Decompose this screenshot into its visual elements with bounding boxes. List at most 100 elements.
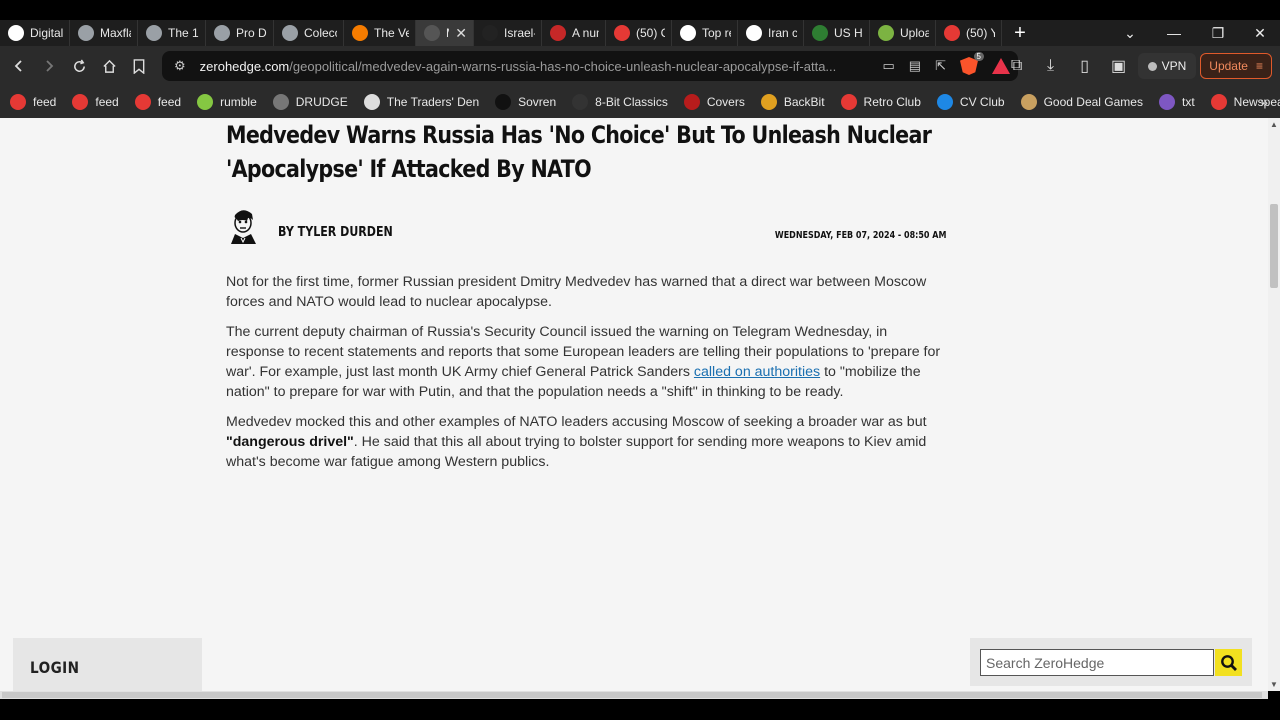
tab-10[interactable]: Top re [672, 20, 738, 46]
tab-6[interactable]: Me ✕ [416, 20, 474, 46]
paragraph-3: Medvedev mocked this and other examples … [226, 412, 946, 472]
horizontal-scroll-thumb[interactable] [2, 692, 1262, 698]
search-input[interactable] [980, 649, 1214, 676]
bookmark-item[interactable]: BackBit [760, 94, 825, 110]
downloads-icon[interactable]: ⤓ [1036, 51, 1066, 81]
toolbar-right: ⧉ ⤓ ▯ ▣ VPN Update ≡ [1002, 51, 1272, 81]
bookmark-item[interactable]: feed [10, 94, 56, 110]
tab-label: Top re [702, 26, 731, 40]
update-label: Update [1209, 59, 1248, 73]
vpn-button[interactable]: VPN [1137, 53, 1197, 79]
rumble-icon [878, 25, 894, 41]
tab-label: The 18 [168, 26, 199, 40]
reload-button[interactable] [64, 51, 94, 81]
bookmark-item[interactable]: feed [134, 94, 181, 110]
new-tab-button[interactable]: + [1002, 22, 1038, 45]
vertical-scrollbar[interactable]: ▲ ▼ [1268, 118, 1280, 691]
tab-search-chevron-icon[interactable]: ⌄ [1110, 20, 1150, 46]
tab-0[interactable]: Digital [0, 20, 70, 46]
vertical-scroll-thumb[interactable] [1270, 204, 1278, 288]
article-body: Not for the first time, former Russian p… [226, 272, 946, 482]
vpn-status-icon [1147, 61, 1157, 71]
cast-icon[interactable]: ▭ [883, 58, 895, 74]
login-panel[interactable]: LOGIN [13, 638, 202, 691]
site-settings-icon[interactable]: ⚙ [174, 58, 186, 74]
close-window-button[interactable]: ✕ [1240, 20, 1280, 46]
joystick-icon [572, 94, 589, 110]
minimize-button[interactable]: — [1154, 20, 1194, 46]
url-text[interactable]: zerohedge.com/geopolitical/medvedev-agai… [200, 59, 852, 74]
person-icon [746, 25, 762, 41]
tab-4[interactable]: Coleco [274, 20, 344, 46]
restore-button[interactable]: ❐ [1198, 20, 1238, 46]
tab-2[interactable]: The 18 [138, 20, 206, 46]
bookmark-label: CV Club [959, 95, 1005, 109]
close-tab-icon[interactable]: ✕ [455, 25, 467, 42]
tab-bar: Digital Maxfla The 18 Pro De Coleco The Ve Me ✕… [0, 20, 1280, 46]
bookmark-item[interactable]: 8-Bit Classics [572, 94, 668, 110]
horizontal-scrollbar[interactable] [0, 691, 1268, 699]
bookmark-item[interactable]: Newspeak [1210, 94, 1280, 110]
share-icon[interactable]: ⇱ [935, 58, 946, 74]
tab-13[interactable]: Uploa [870, 20, 936, 46]
tab-label: Pro De [236, 26, 267, 40]
bookmark-item[interactable]: Good Deal Games [1020, 94, 1143, 110]
reader-mode-icon[interactable]: ▤ [909, 58, 921, 74]
page-icon [8, 25, 24, 41]
tab-11[interactable]: Iran co [738, 20, 804, 46]
tab-12[interactable]: US Ho [804, 20, 870, 46]
tab-label: US Ho [834, 26, 863, 40]
url-host: zerohedge.com [199, 58, 290, 74]
update-button[interactable]: Update ≡ [1200, 53, 1272, 79]
c-icon [134, 94, 151, 110]
drudge-icon [272, 94, 289, 110]
tab-3[interactable]: Pro De [206, 20, 274, 46]
tab-9[interactable]: (50) Ci [606, 20, 672, 46]
bookmark-item[interactable]: The Traders' Den [363, 94, 479, 110]
covers-icon [683, 94, 700, 110]
wallet-icon[interactable]: ▣ [1104, 51, 1134, 81]
called-on-authorities-link[interactable]: called on authorities [694, 364, 820, 380]
youtube-icon [10, 94, 26, 110]
author-byline[interactable]: BY TYLER DURDEN [278, 225, 393, 240]
address-bar[interactable]: ⚙ zerohedge.com/geopolitical/medvedev-ag… [162, 51, 1018, 81]
more-bookmarks-icon[interactable]: » [1260, 86, 1268, 118]
tab-7[interactable]: Israel-I [474, 20, 542, 46]
home-button[interactable] [94, 51, 124, 81]
bookmark-label: BackBit [783, 95, 825, 109]
search-button[interactable] [1215, 649, 1242, 676]
blogger-icon [352, 25, 368, 41]
zerohedge-icon [424, 25, 440, 41]
bookmark-button[interactable] [124, 51, 154, 81]
tab-8[interactable]: A num [542, 20, 606, 46]
bookmark-item[interactable]: Retro Club [840, 94, 921, 110]
bookmark-label: Retro Club [863, 95, 921, 109]
tab-label: Uploa [900, 26, 929, 40]
bookmark-item[interactable]: feed [72, 94, 119, 110]
forward-button[interactable] [34, 51, 64, 81]
brave-shields-icon[interactable]: 5 [960, 52, 984, 75]
sovren-icon [495, 94, 512, 110]
bookmark-item[interactable]: txt [1158, 94, 1195, 110]
gab-icon [944, 25, 960, 41]
bookmarks-bar: feed feed feed rumble DRUDGE The Traders' Den… [0, 86, 1280, 118]
bookmark-item[interactable]: Covers [683, 94, 745, 110]
txt-icon [1158, 94, 1175, 110]
back-button[interactable] [4, 51, 34, 81]
bookmark-item[interactable]: rumble [197, 94, 257, 110]
vpn-label: VPN [1161, 59, 1187, 73]
tab-label: A num [572, 26, 599, 40]
tab-14[interactable]: (50) Yo [936, 20, 1002, 46]
figure-icon [550, 25, 566, 41]
tab-5[interactable]: The Ve [344, 20, 416, 46]
extensions-icon[interactable]: ⧉ [1002, 51, 1032, 81]
bookmark-item[interactable]: DRUDGE [272, 94, 348, 110]
bookmark-item[interactable]: CV Club [936, 94, 1005, 110]
tab-1[interactable]: Maxfla [70, 20, 138, 46]
scroll-down-icon[interactable]: ▼ [1270, 680, 1278, 689]
sidebar-icon[interactable]: ▯ [1070, 51, 1100, 81]
scroll-up-icon[interactable]: ▲ [1270, 120, 1278, 129]
bookmark-item[interactable]: Sovren [495, 94, 556, 110]
traders-den-icon [363, 94, 380, 110]
login-label[interactable]: LOGIN [30, 658, 79, 677]
